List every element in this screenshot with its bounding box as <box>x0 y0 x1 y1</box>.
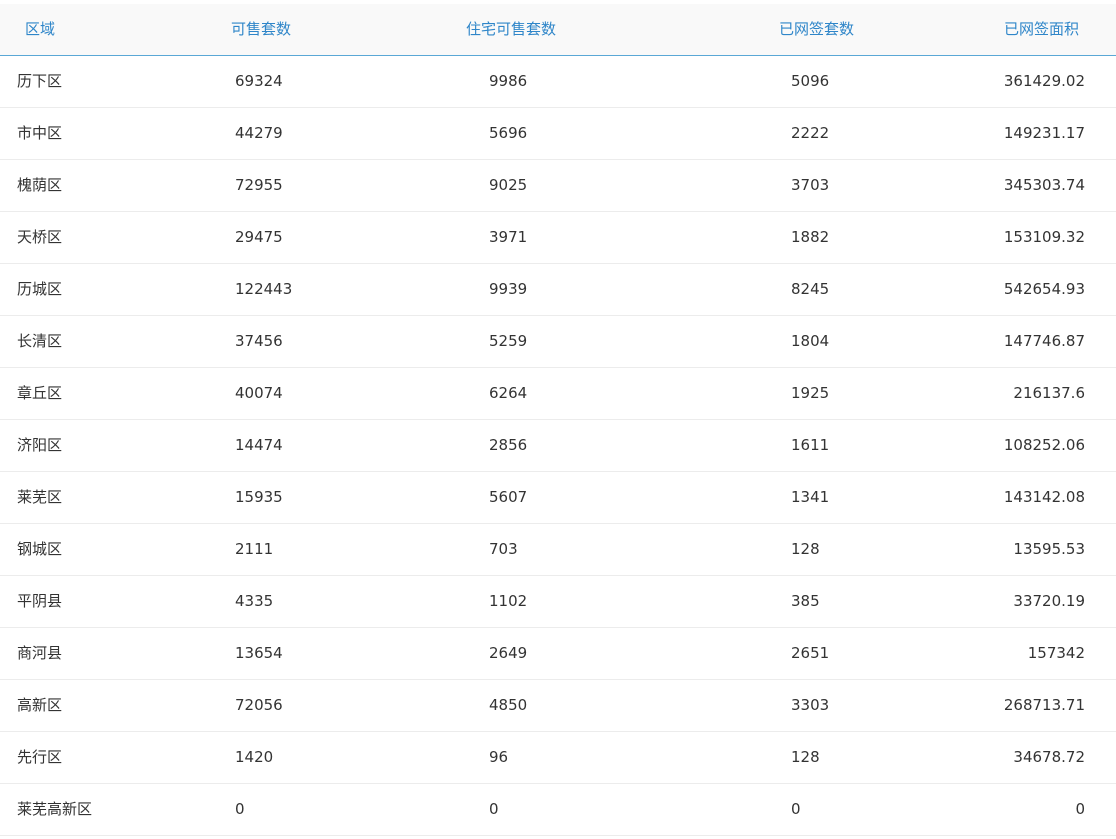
cell-available-units: 4335 <box>235 592 274 610</box>
cell-residential-available-units: 4850 <box>489 696 528 714</box>
table-row[interactable]: 莱芜高新区 0 0 0 0 <box>0 784 1116 836</box>
cell-available-units: 72056 <box>235 696 283 714</box>
cell-signed-units: 3703 <box>791 176 830 194</box>
cell-available-units: 44279 <box>235 124 283 142</box>
cell-signed-area: 153109.32 <box>1003 228 1085 246</box>
cell-signed-area: 149231.17 <box>1003 124 1085 142</box>
header-available-units[interactable]: 可售套数 <box>231 4 291 55</box>
cell-region: 钢城区 <box>17 540 63 558</box>
cell-region: 槐荫区 <box>17 176 63 194</box>
table-row[interactable]: 高新区 72056 4850 3303 268713.71 <box>0 680 1116 732</box>
cell-available-units: 2111 <box>235 540 274 558</box>
cell-signed-area: 147746.87 <box>1003 332 1085 350</box>
cell-signed-units: 1611 <box>791 436 830 454</box>
data-table: 区域 可售套数 住宅可售套数 已网签套数 已网签面积 历下区 69324 9986 5… <box>0 4 1116 836</box>
cell-residential-available-units: 5259 <box>489 332 528 350</box>
cell-region: 商河县 <box>17 644 63 662</box>
cell-region: 平阴县 <box>17 592 63 610</box>
cell-residential-available-units: 9939 <box>489 280 528 298</box>
cell-residential-available-units: 9986 <box>489 72 528 90</box>
cell-signed-area: 34678.72 <box>1013 748 1085 766</box>
cell-signed-area: 268713.71 <box>1003 696 1085 714</box>
cell-region: 市中区 <box>17 124 63 142</box>
cell-region: 先行区 <box>17 748 63 766</box>
table-row[interactable]: 长清区 37456 5259 1804 147746.87 <box>0 316 1116 368</box>
cell-region: 高新区 <box>17 696 63 714</box>
cell-residential-available-units: 96 <box>489 748 509 766</box>
cell-signed-units: 1925 <box>791 384 830 402</box>
cell-available-units: 15935 <box>235 488 283 506</box>
cell-residential-available-units: 9025 <box>489 176 528 194</box>
cell-signed-units: 5096 <box>791 72 830 90</box>
table-row[interactable]: 平阴县 4335 1102 385 33720.19 <box>0 576 1116 628</box>
cell-residential-available-units: 5607 <box>489 488 528 506</box>
cell-available-units: 1420 <box>235 748 274 766</box>
cell-signed-area: 345303.74 <box>1003 176 1085 194</box>
cell-available-units: 69324 <box>235 72 283 90</box>
cell-available-units: 14474 <box>235 436 283 454</box>
table-row[interactable]: 先行区 1420 96 128 34678.72 <box>0 732 1116 784</box>
cell-signed-units: 8245 <box>791 280 830 298</box>
cell-residential-available-units: 3971 <box>489 228 528 246</box>
cell-signed-area: 216137.6 <box>1013 384 1085 402</box>
cell-residential-available-units: 6264 <box>489 384 528 402</box>
cell-signed-units: 1341 <box>791 488 830 506</box>
cell-region: 长清区 <box>17 332 63 350</box>
table-row[interactable]: 钢城区 2111 703 128 13595.53 <box>0 524 1116 576</box>
cell-region: 济阳区 <box>17 436 63 454</box>
cell-signed-units: 128 <box>791 748 820 766</box>
cell-signed-area: 157342 <box>1027 644 1085 662</box>
cell-signed-units: 0 <box>791 800 801 818</box>
cell-signed-area: 108252.06 <box>1003 436 1085 454</box>
cell-residential-available-units: 1102 <box>489 592 528 610</box>
cell-signed-area: 13595.53 <box>1013 540 1085 558</box>
cell-signed-units: 2651 <box>791 644 830 662</box>
table-row[interactable]: 历城区 122443 9939 8245 542654.93 <box>0 264 1116 316</box>
cell-available-units: 72955 <box>235 176 283 194</box>
cell-signed-area: 33720.19 <box>1013 592 1085 610</box>
cell-signed-units: 2222 <box>791 124 830 142</box>
header-residential-available-units[interactable]: 住宅可售套数 <box>466 4 556 55</box>
table-row[interactable]: 槐荫区 72955 9025 3703 345303.74 <box>0 160 1116 212</box>
cell-available-units: 13654 <box>235 644 283 662</box>
table-row[interactable]: 章丘区 40074 6264 1925 216137.6 <box>0 368 1116 420</box>
cell-available-units: 122443 <box>235 280 293 298</box>
cell-region: 莱芜区 <box>17 488 63 506</box>
header-signed-units[interactable]: 已网签套数 <box>779 4 854 55</box>
cell-signed-units: 1804 <box>791 332 830 350</box>
cell-residential-available-units: 0 <box>489 800 499 818</box>
cell-signed-units: 1882 <box>791 228 830 246</box>
table-row[interactable]: 历下区 69324 9986 5096 361429.02 <box>0 56 1116 108</box>
header-region[interactable]: 区域 <box>25 4 55 55</box>
table-row[interactable]: 市中区 44279 5696 2222 149231.17 <box>0 108 1116 160</box>
table-body: 历下区 69324 9986 5096 361429.02 市中区 44279 5696 222… <box>0 56 1116 836</box>
cell-signed-area: 542654.93 <box>1003 280 1085 298</box>
table-row[interactable]: 济阳区 14474 2856 1611 108252.06 <box>0 420 1116 472</box>
table-row[interactable]: 莱芜区 15935 5607 1341 143142.08 <box>0 472 1116 524</box>
cell-signed-units: 385 <box>791 592 820 610</box>
cell-region: 历下区 <box>17 72 63 90</box>
cell-available-units: 0 <box>235 800 245 818</box>
cell-residential-available-units: 703 <box>489 540 518 558</box>
cell-available-units: 29475 <box>235 228 283 246</box>
cell-region: 章丘区 <box>17 384 63 402</box>
table-row[interactable]: 商河县 13654 2649 2651 157342 <box>0 628 1116 680</box>
cell-available-units: 37456 <box>235 332 283 350</box>
table-header: 区域 可售套数 住宅可售套数 已网签套数 已网签面积 <box>0 4 1116 56</box>
cell-signed-units: 128 <box>791 540 820 558</box>
header-signed-area[interactable]: 已网签面积 <box>1004 4 1079 55</box>
cell-residential-available-units: 5696 <box>489 124 528 142</box>
cell-region: 莱芜高新区 <box>17 800 93 818</box>
cell-region: 天桥区 <box>17 228 63 246</box>
cell-region: 历城区 <box>17 280 63 298</box>
cell-residential-available-units: 2649 <box>489 644 528 662</box>
cell-signed-area: 361429.02 <box>1003 72 1085 90</box>
cell-signed-units: 3303 <box>791 696 830 714</box>
table-row[interactable]: 天桥区 29475 3971 1882 153109.32 <box>0 212 1116 264</box>
cell-signed-area: 0 <box>1075 800 1085 818</box>
cell-residential-available-units: 2856 <box>489 436 528 454</box>
cell-available-units: 40074 <box>235 384 283 402</box>
cell-signed-area: 143142.08 <box>1003 488 1085 506</box>
